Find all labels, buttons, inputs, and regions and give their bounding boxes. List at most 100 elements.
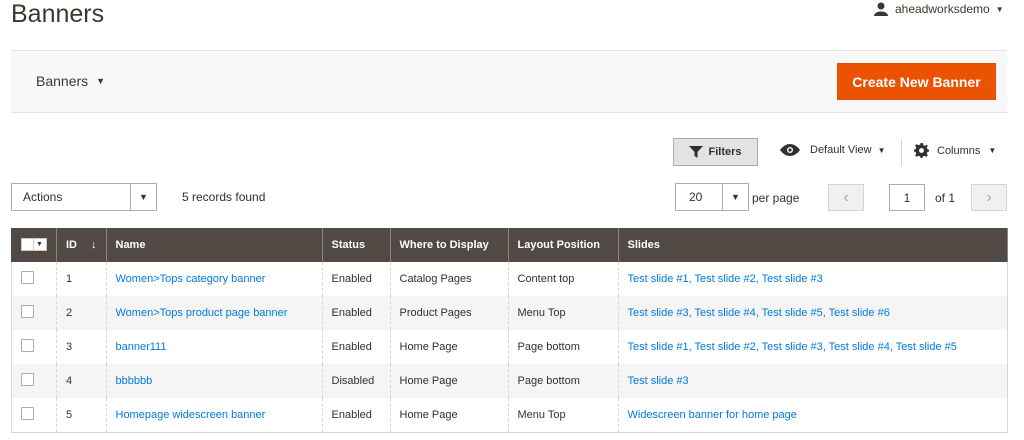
filter-icon — [689, 146, 704, 158]
previous-page-button[interactable]: ‹ — [828, 184, 864, 211]
sort-arrow-icon: ↓ — [91, 239, 97, 251]
column-header-name[interactable]: Name — [105, 228, 323, 262]
cell-position: Menu Top — [507, 398, 619, 433]
row-checkbox[interactable] — [21, 271, 34, 284]
chevron-right-icon: › — [986, 188, 992, 206]
username: aheadworksdemo — [895, 2, 990, 16]
cell-where: Catalog Pages — [389, 262, 509, 296]
cell-where: Home Page — [389, 330, 509, 364]
table-row: 1 Women>Tops category banner Enabled Cat… — [11, 262, 1008, 296]
row-checkbox-cell — [11, 398, 57, 433]
table-header-row: ▼ ID ↓ Name Status Where to Display Layou… — [11, 228, 1008, 262]
page-title: Banners — [11, 0, 105, 28]
banner-name-link[interactable]: bbbbbb — [116, 375, 153, 387]
banner-name-link[interactable]: Women>Tops product page banner — [116, 307, 288, 319]
banner-name-link[interactable]: banner111 — [116, 341, 167, 353]
next-page-button[interactable]: › — [971, 184, 1007, 211]
cell-status: Enabled — [321, 330, 391, 364]
banners-table: ▼ ID ↓ Name Status Where to Display Layou… — [11, 228, 1008, 433]
cell-slides: Test slide #1, Test slide #2, Test slide… — [617, 330, 1008, 364]
eye-icon — [780, 144, 800, 156]
mass-select-checkbox[interactable]: ▼ — [21, 237, 47, 251]
user-icon — [874, 2, 888, 16]
table-row: 3 banner111 Enabled Home Page Page botto… — [11, 330, 1008, 364]
column-header-status[interactable]: Status — [321, 228, 391, 262]
column-header-position[interactable]: Layout Position — [507, 228, 619, 262]
cell-id: 5 — [56, 398, 107, 433]
row-checkbox-cell — [11, 296, 57, 330]
chevron-down-icon: ▼ — [877, 145, 886, 155]
cell-position: Content top — [507, 262, 619, 296]
chevron-down-icon: ▼ — [988, 146, 997, 155]
store-switcher[interactable]: Banners ▼ — [36, 73, 105, 89]
cell-id: 2 — [56, 296, 107, 330]
columns-label: Columns — [937, 144, 981, 157]
table-row: 2 Women>Tops product page banner Enabled… — [11, 296, 1008, 330]
cell-position: Page bottom — [507, 364, 619, 398]
columns-control[interactable]: Columns ▼ — [914, 143, 996, 158]
row-checkbox[interactable] — [21, 305, 34, 318]
slides-links[interactable]: Test slide #1, Test slide #2, Test slide… — [628, 273, 823, 285]
chevron-down-icon: ▼ — [722, 184, 748, 210]
view-switcher[interactable]: Default View ▼ — [780, 144, 885, 156]
cell-id: 1 — [56, 262, 107, 296]
cell-where: Home Page — [389, 364, 509, 398]
column-header-id[interactable]: ID ↓ — [56, 228, 107, 262]
cell-where: Home Page — [389, 398, 509, 433]
cell-name: bbbbbb — [105, 364, 323, 398]
user-account-menu[interactable]: aheadworksdemo ▼ — [874, 2, 1004, 16]
row-checkbox-cell — [11, 262, 57, 296]
cell-where: Product Pages — [389, 296, 509, 330]
chevron-down-icon: ▼ — [130, 184, 156, 210]
cell-slides: Widescreen banner for home page — [617, 398, 1008, 433]
page-number-input[interactable]: 1 — [889, 184, 925, 211]
mass-select-header[interactable]: ▼ — [11, 228, 57, 262]
page-total: of 1 — [935, 191, 956, 205]
cell-name: Women>Tops product page banner — [105, 296, 323, 330]
per-page-value: 20 — [689, 190, 703, 204]
banner-name-link[interactable]: Homepage widescreen banner — [116, 409, 266, 421]
mass-actions-select[interactable]: Actions ▼ — [11, 183, 157, 211]
row-checkbox[interactable] — [21, 339, 34, 352]
cell-slides: Test slide #3, Test slide #4, Test slide… — [617, 296, 1008, 330]
view-label: Default View — [810, 144, 872, 156]
banner-name-link[interactable]: Women>Tops category banner — [116, 273, 266, 285]
filters-button[interactable]: Filters — [673, 138, 758, 166]
switcher-label: Banners — [36, 73, 89, 89]
cell-status: Enabled — [321, 398, 391, 433]
table-row: 5 Homepage widescreen banner Enabled Hom… — [11, 398, 1008, 433]
chevron-down-icon: ▼ — [36, 240, 43, 248]
slides-links[interactable]: Widescreen banner for home page — [628, 409, 797, 421]
cell-id: 4 — [56, 364, 107, 398]
create-new-banner-button[interactable]: Create New Banner — [837, 63, 996, 100]
slides-links[interactable]: Test slide #3 — [628, 375, 689, 387]
filters-label: Filters — [708, 146, 742, 158]
column-header-slides[interactable]: Slides — [617, 228, 1008, 262]
cell-position: Menu Top — [507, 296, 619, 330]
cell-name: banner111 — [105, 330, 323, 364]
table-row: 4 bbbbbb Disabled Home Page Page bottom … — [11, 364, 1008, 398]
per-page-label: per page — [752, 191, 800, 205]
cell-name: Women>Tops category banner — [105, 262, 323, 296]
row-checkbox-cell — [11, 330, 57, 364]
cell-status: Enabled — [321, 296, 391, 330]
cell-status: Enabled — [321, 262, 391, 296]
chevron-down-icon: ▼ — [96, 76, 106, 86]
toolbar-divider — [901, 139, 902, 166]
chevron-left-icon: ‹ — [843, 188, 849, 206]
row-checkbox[interactable] — [21, 406, 34, 420]
records-found: 5 records found — [182, 190, 266, 204]
row-checkbox-cell — [11, 364, 57, 398]
slides-links[interactable]: Test slide #1, Test slide #2, Test slide… — [628, 341, 957, 353]
cell-position: Page bottom — [507, 330, 619, 364]
gear-icon — [914, 143, 929, 158]
cell-id: 3 — [56, 330, 107, 364]
row-checkbox[interactable] — [21, 373, 34, 386]
cell-slides: Test slide #3 — [617, 364, 1008, 398]
page-actions-bar: Banners ▼ Create New Banner — [11, 50, 1007, 113]
chevron-down-icon: ▼ — [995, 4, 1004, 14]
per-page-select[interactable]: 20 ▼ — [675, 183, 749, 211]
column-header-where[interactable]: Where to Display — [389, 228, 509, 262]
cell-status: Disabled — [321, 364, 391, 398]
slides-links[interactable]: Test slide #3, Test slide #4, Test slide… — [628, 307, 890, 319]
